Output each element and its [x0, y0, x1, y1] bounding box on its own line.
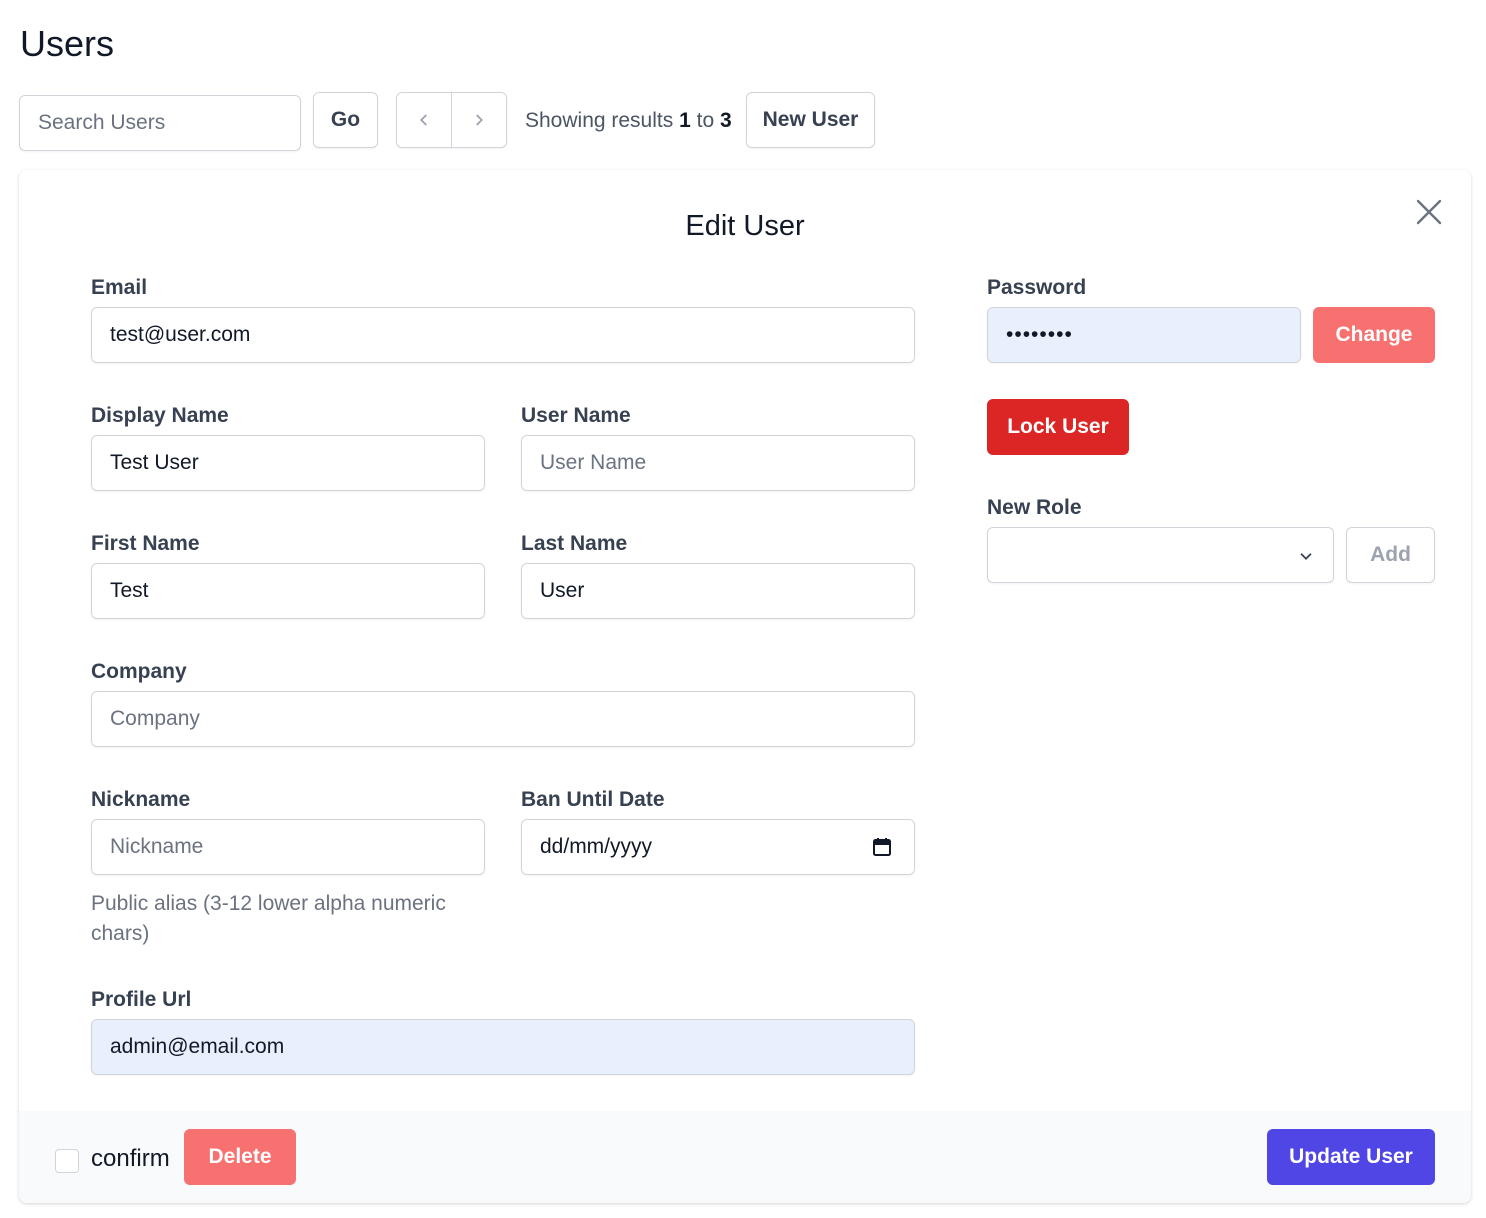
- pagination: [396, 92, 507, 148]
- last-name-field[interactable]: [521, 563, 915, 619]
- new-user-button[interactable]: New User: [746, 92, 875, 148]
- user-name-field[interactable]: [521, 435, 915, 491]
- lock-user-button[interactable]: Lock User: [987, 399, 1129, 455]
- confirm-checkbox[interactable]: [55, 1149, 79, 1173]
- nickname-help-text: Public alias (3-12 lower alpha numeric c…: [91, 892, 446, 945]
- results-summary: Showing results 1 to 3: [525, 108, 732, 134]
- page-title: Users: [20, 23, 115, 64]
- email-label: Email: [91, 276, 148, 299]
- profile-url-field[interactable]: [91, 1019, 915, 1075]
- change-password-button[interactable]: Change: [1313, 307, 1435, 363]
- chevron-left-icon: [420, 114, 427, 126]
- user-name-label: User Name: [521, 404, 631, 427]
- close-icon[interactable]: [1415, 198, 1443, 226]
- results-to: 3: [719, 109, 732, 132]
- email-field[interactable]: [91, 307, 915, 363]
- date-placeholder: dd/mm/yyyy: [540, 835, 653, 858]
- search-input[interactable]: [19, 95, 301, 151]
- first-name-field[interactable]: [91, 563, 485, 619]
- ban-until-label: Ban Until Date: [521, 788, 665, 811]
- modal-footer: confirm Delete Update User: [19, 1111, 1471, 1203]
- delete-button[interactable]: Delete: [184, 1129, 296, 1185]
- company-label: Company: [91, 660, 187, 683]
- confirm-label: confirm: [91, 1145, 170, 1172]
- add-role-button[interactable]: Add: [1346, 527, 1435, 583]
- last-name-label: Last Name: [521, 532, 628, 555]
- password-label: Password: [987, 276, 1087, 299]
- next-page-button[interactable]: [452, 93, 506, 147]
- go-button[interactable]: Go: [313, 92, 378, 148]
- results-from: 1: [679, 109, 691, 132]
- profile-url-label: Profile Url: [91, 988, 192, 1011]
- display-name-field[interactable]: [91, 435, 485, 491]
- display-name-label: Display Name: [91, 404, 229, 427]
- company-field[interactable]: [91, 691, 915, 747]
- prev-page-button[interactable]: [397, 93, 452, 147]
- new-role-select[interactable]: [987, 527, 1334, 583]
- nickname-field[interactable]: [91, 819, 485, 875]
- chevron-right-icon: [476, 114, 483, 126]
- ban-until-date-field[interactable]: dd/mm/yyyy: [521, 819, 915, 875]
- nickname-label: Nickname: [91, 788, 191, 811]
- calendar-icon[interactable]: [872, 837, 892, 857]
- first-name-label: First Name: [91, 532, 200, 555]
- results-to-word: to: [696, 109, 715, 132]
- update-user-button[interactable]: Update User: [1267, 1129, 1435, 1185]
- password-field[interactable]: [987, 307, 1301, 363]
- results-prefix: Showing results: [525, 109, 674, 132]
- new-role-label: New Role: [987, 496, 1082, 519]
- chevron-down-icon: [1300, 553, 1312, 560]
- modal-title: Edit User: [685, 210, 805, 242]
- edit-user-modal: Edit User Email Display Name User Name F…: [19, 170, 1471, 1203]
